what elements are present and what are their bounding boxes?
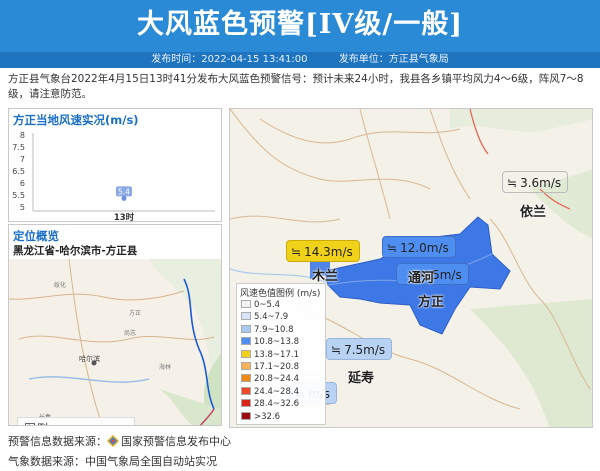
wind-tag-value: 3.6m/s (520, 176, 562, 190)
x-tick-label: 13时 (114, 212, 135, 221)
wind-legend-label: 28.4~32.6 (254, 399, 299, 410)
wind-legend-label: 17.1~20.8 (254, 362, 299, 372)
wind-legend-label: 20.8~24.4 (254, 374, 299, 385)
wind-legend-swatch (241, 324, 251, 333)
wind-legend-item: 10.8~13.8 (241, 337, 299, 348)
warning-source-label: 预警信息数据来源： (8, 435, 107, 448)
publish-unit: 发布单位：方正县气象局 (338, 54, 449, 65)
wind-legend-item: 5.4~7.9 (241, 312, 288, 323)
data-label: 5.4 (118, 187, 130, 196)
wind-legend-label: 10.8~13.8 (254, 337, 299, 348)
publish-time: 发布时间：2022-04-15 13:41:00 (151, 54, 308, 65)
y-tick-label: 7.5 (12, 143, 25, 152)
y-tick-label: 7 (20, 155, 25, 164)
wind-icon: ≒ (331, 343, 342, 357)
wind-legend-item: 17.1~20.8 (241, 362, 299, 373)
page-title: 大风蓝色预警[IV级/一般] (137, 9, 463, 40)
footer-warning-source: 预警信息数据来源： 国家预警信息发布中心 (8, 433, 231, 449)
map-legend-title: 图例 (24, 420, 48, 425)
wind-tag-yanshou[interactable]: ≒ 7.5m/s (326, 338, 393, 360)
svg-text:方正: 方正 (129, 309, 141, 317)
wind-legend-label: 24.4~28.4 (254, 386, 299, 397)
wind-legend-label: 7.9~10.8 (254, 324, 294, 335)
map-legend: 图例 国界 省界 (17, 417, 135, 425)
main-wind-map[interactable]: ≒ 3.6m/s ≒ 14.3m/s ≒ 12.0m/s ≒ 5m/s ≒ 7.5m/s … (229, 108, 593, 428)
wind-legend-swatch (241, 300, 251, 308)
svg-text:海林: 海林 (159, 363, 171, 371)
wind-icon: ≒ (291, 245, 302, 259)
warning-description: 方正县气象台2022年4月15日13时41分发布大风蓝色预警信号：预计未来24小… (8, 73, 584, 100)
wind-legend-swatch (241, 312, 251, 321)
wind-legend-label: >32.6 (254, 411, 281, 422)
svg-text:尚志: 尚志 (124, 329, 136, 337)
wind-legend-swatch (241, 362, 251, 370)
svg-text:哈尔滨: 哈尔滨 (79, 354, 100, 363)
y-tick-label: 8 (20, 131, 25, 140)
wind-tag-value: 14.3m/s (304, 245, 353, 259)
wind-speed-panel: 方正当地风速实况(m/s) 13时 8 7.5 7 6.5 6 5.5 5 5.4 (8, 108, 222, 222)
wind-speed-legend: 风速色值图例 (m/s) 0~5.4 5.4~7.9 7.9~10.8 10.8~13… (236, 283, 326, 425)
y-tick-label: 5.5 (12, 191, 25, 200)
y-tick-label: 6.5 (12, 167, 25, 176)
wind-tag-value: 7.5m/s (344, 343, 386, 357)
wind-legend-label: 0~5.4 (254, 300, 281, 310)
wind-legend-item: 24.4~28.4 (241, 386, 299, 398)
location-text: 黑龙江省-哈尔滨市-方正县 (13, 245, 138, 257)
city-label-fangzheng: 方正 (418, 295, 445, 310)
nmic-logo-icon (107, 435, 119, 447)
overview-map-graphic: 哈尔滨 尚志 方正 绥化 海林 长春 (9, 258, 221, 425)
wind-legend-item: 28.4~32.6 (241, 399, 299, 410)
wind-legend-swatch (241, 349, 251, 358)
wind-legend-item: 20.8~24.4 (241, 374, 299, 385)
city-label-tonghe: 通河 (408, 271, 435, 286)
wind-legend-swatch (241, 386, 251, 395)
wind-legend-item: 0~5.4 (241, 300, 280, 311)
wind-icon: ≒ (387, 241, 398, 255)
location-overview-panel: 定位概览 黑龙江省-哈尔滨市-方正县 哈尔滨 尚志 方正 绥化 海林 长春 图例… (8, 224, 222, 426)
wind-legend-swatch (241, 411, 251, 420)
city-label-mulan: 木兰 (312, 269, 339, 284)
wind-legend-swatch (241, 337, 251, 346)
wind-tag-yilan[interactable]: ≒ 3.6m/s (502, 171, 569, 193)
wind-tag-mulan[interactable]: ≒ 14.3m/s (286, 240, 360, 262)
wind-legend-swatch (241, 374, 251, 383)
wind-speed-chart: 13时 8 7.5 7 6.5 6 5.5 5 5.4 (12, 131, 215, 221)
header-banner: 大风蓝色预警[IV级/一般] (0, 0, 600, 52)
wind-tag-north[interactable]: ≒ 12.0m/s (382, 236, 456, 258)
wind-legend-swatch (241, 399, 251, 408)
city-label-yanshou: 延寿 (348, 371, 375, 386)
data-point[interactable] (121, 195, 127, 201)
wind-tag-value: 5m/s (432, 268, 462, 282)
wind-legend-item: >32.6 (241, 411, 281, 423)
wind-legend-item: 13.8~17.1 (241, 349, 299, 361)
warning-source-value[interactable]: 国家预警信息发布中心 (121, 435, 231, 448)
footer-weather-source: 气象数据来源：中国气象局全国自动站实况 (8, 455, 217, 468)
wind-legend-label: 5.4~7.9 (254, 312, 289, 323)
city-label-yilan: 依兰 (520, 205, 547, 220)
svg-text:绥化: 绥化 (54, 281, 66, 289)
wind-legend-title: 风速色值图例 (m/s) (240, 289, 321, 299)
overview-map[interactable]: 哈尔滨 尚志 方正 绥化 海林 长春 图例 国界 省界 (9, 258, 221, 425)
wind-tag-value: 12.0m/s (400, 241, 449, 255)
y-tick-label: 6 (20, 179, 25, 188)
publish-info-bar: 发布时间：2022-04-15 13:41:00 发布单位：方正县气象局 (0, 52, 600, 68)
wind-legend-label: 13.8~17.1 (254, 349, 299, 360)
y-tick-label: 5 (20, 203, 25, 212)
wind-icon: ≒ (507, 176, 518, 190)
wind-legend-item: 7.9~10.8 (241, 324, 294, 336)
wind-panel-title: 方正当地风速实况(m/s) (13, 113, 139, 127)
